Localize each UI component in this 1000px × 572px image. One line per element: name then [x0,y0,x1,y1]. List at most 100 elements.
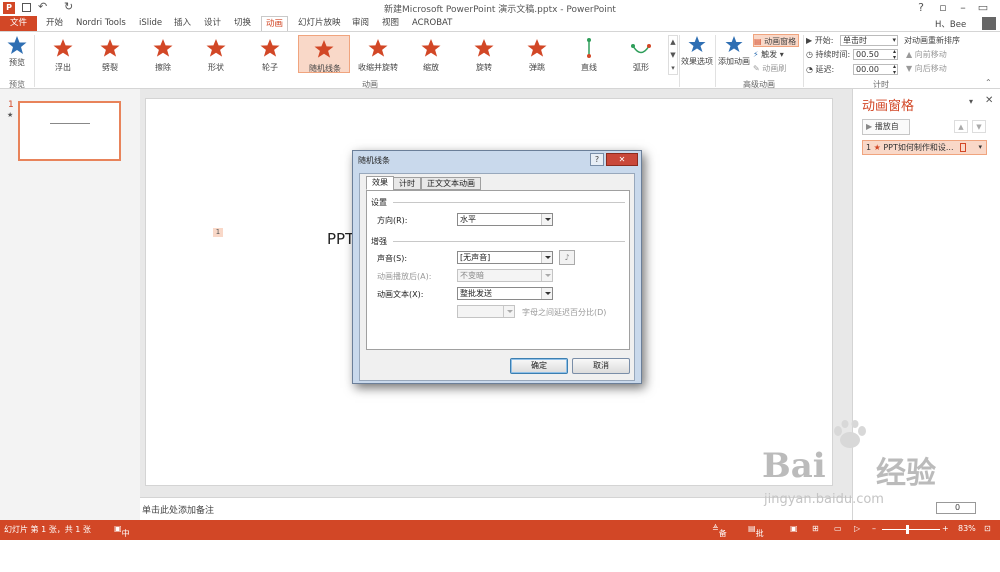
tab-animations[interactable]: 动画 [261,16,289,31]
animation-bounce[interactable]: 弹跳 [511,35,563,73]
tab-acrobat[interactable]: ACROBAT [408,16,456,31]
slide-sorter-icon[interactable]: ⊞ [812,524,819,533]
delay-field[interactable]: 00.00 ▴ ▾ [853,64,898,76]
pane-options-icon[interactable]: ▾ [969,97,973,106]
animation-wipe[interactable]: 擦除 [137,35,189,73]
tab-design[interactable]: 设计 [200,16,225,31]
slide-info: 幻灯片 第 1 张，共 1 张 [4,525,91,534]
minimize-icon[interactable]: – [952,0,974,16]
animation-split[interactable]: 劈裂 [84,35,136,73]
tab-slideshow[interactable]: 幻灯片放映 [294,16,345,31]
random-bars-icon [299,38,349,60]
tab-nordri-tools[interactable]: Nordri Tools [72,16,130,31]
effect-options-label: 效果选项 [681,57,713,66]
animation-arcs[interactable]: 弧形 [615,35,667,73]
animation-random-bars[interactable]: 随机线条 [298,35,350,73]
slideshow-icon[interactable]: ▷ [854,524,860,533]
animation-effect-icon: ★ [873,143,881,152]
reorder-label: 对动画重新排序 [904,36,960,45]
trigger-button[interactable]: ⚡ 触发 ▾ [753,48,784,61]
zoom-in-icon[interactable]: + [942,524,949,533]
page-nav-field[interactable]: 0 [936,502,976,514]
reading-view-icon[interactable]: ▭ [834,524,842,533]
spinner-icon[interactable]: ▴ ▾ [893,49,896,61]
timing-bar [960,143,966,152]
chevron-down-icon[interactable]: ▾ [978,141,982,154]
sound-label: 声音(S): [377,254,408,263]
spinner-icon[interactable]: ▴ ▾ [893,64,896,76]
preview-button[interactable]: 预览 [4,35,30,75]
direction-select[interactable]: 水平 [457,213,553,226]
volume-icon[interactable]: ♪ [559,250,575,265]
close-icon[interactable]: ✕ [985,95,993,106]
comments-button[interactable]: ▤ 批注 [748,524,764,549]
notes-button[interactable]: ≜ 备注 [712,524,727,549]
notes-area[interactable]: 单击此处添加备注 [140,497,852,520]
animation-float-in[interactable]: 浮出 [37,35,89,73]
dialog-body: 效果 计时 正文文本动画 设置 方向(R): 水平 增强 声音(S): [无声音… [359,173,635,381]
maximize-icon[interactable]: ▭ [972,0,994,16]
ribbon-tabs: 文件 开始 Nordri Tools iSlide 插入 设计 切换 动画 幻灯… [0,16,1000,31]
tab-insert[interactable]: 插入 [170,16,195,31]
tab-view[interactable]: 视图 [378,16,403,31]
tab-timing[interactable]: 计时 [393,177,421,190]
user-name[interactable]: H、Bee [935,18,966,30]
animation-list-item[interactable]: 1 ★ PPT如何制作和设... ▾ [862,140,987,155]
collapse-ribbon-icon[interactable]: ⌃ [985,78,992,87]
gallery-scroll[interactable]: ▲ ▼ ▾ [668,35,678,75]
animate-text-select[interactable]: 整批发送 [457,287,553,300]
effect-options-button[interactable]: 效果选项 [680,35,714,75]
animation-swivel[interactable]: 旋转 [458,35,510,73]
sound-select[interactable]: [无声音] [457,251,553,264]
delay-label-text: 延迟: [815,65,835,74]
dialog-help-button[interactable]: ? [590,153,604,166]
chevron-down-icon [541,252,552,263]
tab-transitions[interactable]: 切换 [230,16,255,31]
avatar[interactable] [982,17,996,30]
animation-pane-button[interactable]: ▤ 动画窗格 [753,34,800,47]
zoom-slider-thumb[interactable] [906,525,909,534]
animation-lines[interactable]: 直线 [563,35,615,73]
after-animation-label: 动画播放后(A): [377,272,432,281]
ribbon-display-icon[interactable]: ▫ [932,0,954,16]
move-later-button[interactable]: ▼ 向后移动 [906,62,947,75]
start-select[interactable]: 单击时 ▾ [840,35,898,46]
tab-review[interactable]: 审阅 [348,16,373,31]
enhance-header: 增强 [371,237,387,246]
animation-label: 轮子 [262,63,278,72]
letter-delay-spinner[interactable] [457,305,515,318]
animation-shape[interactable]: 形状 [190,35,242,73]
start-icon: ▶ [806,36,813,45]
after-animation-select[interactable]: 不变暗 [457,269,553,282]
move-up-button[interactable]: ▲ [954,120,968,133]
dialog-close-button[interactable]: ✕ [606,153,638,166]
play-from-button[interactable]: ▶ 播放自 [862,119,910,135]
tab-text-animation[interactable]: 正文文本动画 [421,177,481,190]
zoom-slider[interactable] [882,529,940,530]
normal-view-icon[interactable]: ▣ [790,524,798,533]
tab-effect[interactable]: 效果 [366,176,394,190]
animation-painter-button[interactable]: ✎ 动画刷 [753,62,786,75]
help-button[interactable]: ? [910,0,932,16]
move-down-button[interactable]: ▼ [972,120,986,133]
animation-order-tag[interactable]: 1 [213,228,223,237]
animation-item-text: PPT如何制作和设... [883,143,954,152]
slide-thumbnail[interactable] [18,101,121,161]
duration-field[interactable]: 00.50 ▴ ▾ [853,49,898,61]
slide-text[interactable]: PPT [327,230,354,248]
tab-islide[interactable]: iSlide [135,16,166,31]
zoom-level[interactable]: 83% [958,524,976,533]
cancel-button[interactable]: 取消 [572,358,630,374]
watermark-url: jingyan.baidu.com [764,492,884,507]
tab-home[interactable]: 开始 [42,16,67,31]
fit-to-window-icon[interactable]: ⊡ [984,524,991,533]
ok-button[interactable]: 确定 [510,358,568,374]
zoom-out-icon[interactable]: – [872,524,876,533]
move-earlier-button[interactable]: ▲ 向前移动 [906,48,947,61]
tab-file[interactable]: 文件 [0,16,38,31]
animation-zoom[interactable]: 缩放 [405,35,457,73]
animation-wheel[interactable]: 轮子 [244,35,296,73]
add-animation-button[interactable]: 添加动画 [717,35,751,75]
animation-grow-turn[interactable]: 收缩并旋转 [352,35,404,73]
language-status[interactable]: ▣ 中文(中国) [114,524,133,571]
